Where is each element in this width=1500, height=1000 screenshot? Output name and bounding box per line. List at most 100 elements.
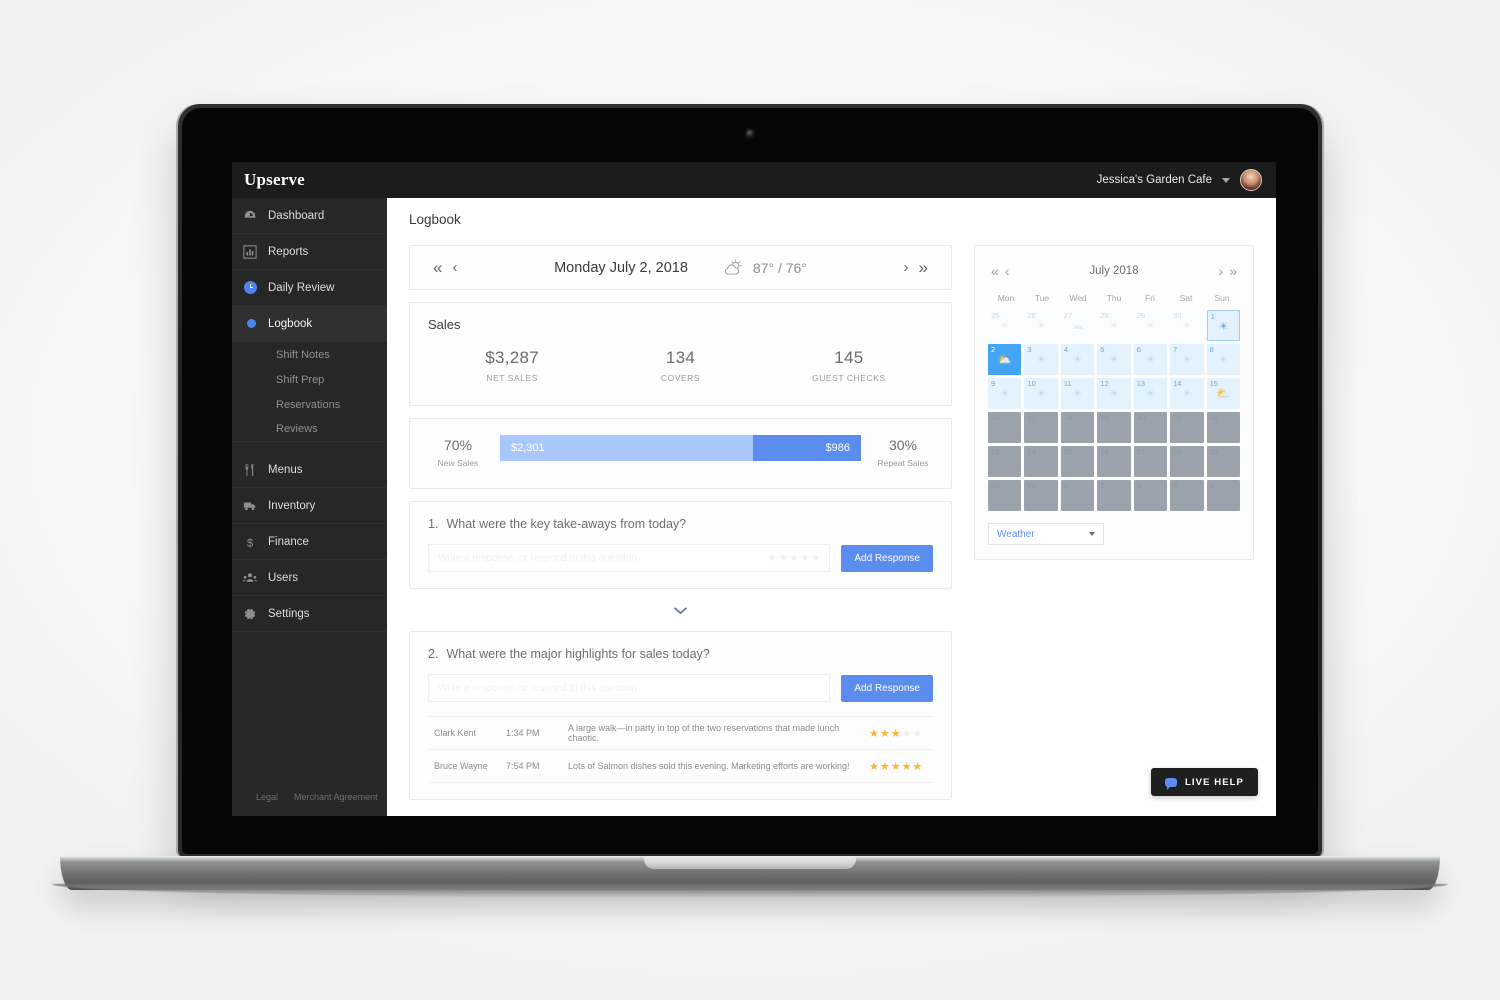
calendar-day-cell[interactable]: 12 ☀	[1097, 378, 1131, 409]
calendar-day-cell[interactable]: 11 ☀	[1060, 378, 1095, 409]
prev-day-button[interactable]: ‹	[447, 258, 462, 277]
sun-weather-icon: ☀	[999, 388, 1010, 400]
list-item[interactable]: Bruce Wayne 7:54 PM Lots of Salmon dishe…	[428, 750, 933, 783]
calendar-day-number: 17	[1027, 413, 1036, 422]
stat-covers: 134 COVERS	[596, 348, 764, 383]
sun-weather-icon: ☀	[1072, 388, 1083, 400]
sidebar-item-reports[interactable]: Reports	[232, 234, 387, 270]
bar-chart-icon	[243, 244, 257, 259]
jump-last-day-button[interactable]: »	[914, 257, 933, 278]
calendar-day-cell[interactable]: 28 ☀	[1097, 310, 1131, 341]
sidebar-subitem-shift-notes[interactable]: Shift Notes	[232, 342, 387, 367]
question-title: 2. What were the major highlights for sa…	[428, 647, 933, 661]
calendar-day-number: 22	[1209, 413, 1218, 422]
sidebar-item-users[interactable]: Users	[232, 560, 387, 596]
star-icon[interactable]: ★	[779, 553, 788, 564]
star-icon[interactable]: ★	[811, 553, 820, 564]
new-sales-percent: 70%	[443, 437, 473, 453]
star-icon[interactable]: ★	[789, 553, 798, 564]
star-icon[interactable]: ★	[800, 553, 809, 564]
account-menu[interactable]: Jessica's Garden Cafe	[1097, 169, 1262, 191]
response-input-1[interactable]: Write a response, or respond to this que…	[428, 544, 831, 572]
avatar[interactable]	[1240, 169, 1262, 191]
live-help-button[interactable]: LIVE HELP	[1151, 768, 1258, 796]
sun-weather-icon: ☀	[999, 320, 1010, 332]
calendar-day-cell[interactable]: 29 ☀	[1133, 310, 1168, 341]
sidebar-subitem-reviews[interactable]: Reviews	[232, 417, 387, 442]
partly-cloudy-icon	[724, 259, 742, 275]
calendar-weekday-row: Mon Tue Wed Thu Fri Sat Sun	[988, 293, 1240, 303]
comment-text: A large walk—in party in top of the two …	[568, 723, 840, 743]
comment-author: Bruce Wayne	[434, 761, 488, 771]
comment-list: Clark Kent 1:34 PM A large walk—in party…	[428, 716, 933, 783]
calendar-day-cell[interactable]: 6 ☀	[1133, 344, 1168, 375]
calendar-day-cell[interactable]: 7 ☀	[1170, 344, 1204, 375]
calendar-prev-month-button[interactable]: ‹	[1002, 264, 1013, 278]
sidebar-item-finance[interactable]: $ Finance	[232, 524, 387, 560]
new-sales-value: $2,301	[511, 442, 545, 454]
calendar-day-cell[interactable]: 25 ☀	[988, 310, 1022, 341]
brand-logo[interactable]: Upserve	[244, 170, 305, 190]
sidebar-item-logbook[interactable]: Logbook	[232, 306, 387, 342]
calendar-day-cell: 3	[1133, 480, 1168, 511]
calendar-day-cell[interactable]: 14 ☀	[1170, 378, 1204, 409]
calendar-day-cell: 29	[1206, 446, 1240, 477]
next-day-button[interactable]: ›	[899, 258, 914, 277]
rating-stars-input[interactable]: ★ ★ ★ ★ ★	[768, 553, 821, 564]
star-icon: ★	[869, 727, 879, 740]
calendar-day-cell[interactable]: 27 ☁	[1060, 310, 1095, 341]
calendar-day-cell: 18	[1060, 412, 1095, 443]
calendar-day-cell[interactable]: 13 ☀	[1133, 378, 1168, 409]
calendar-day-cell[interactable]: 10 ☀	[1024, 378, 1058, 409]
calendar-day-cell[interactable]: 8 ☀	[1206, 344, 1240, 375]
calendar-jump-back-button[interactable]: «	[988, 264, 1002, 278]
sidebar-item-settings[interactable]: Settings	[232, 596, 387, 632]
scene-background: Upserve Jessica's Garden Cafe Dashboard …	[0, 0, 1500, 1000]
repeat-sales-percent: 30%	[888, 437, 918, 453]
calendar-day-cell[interactable]: 3 ☀	[1024, 344, 1058, 375]
list-item[interactable]: Clark Kent 1:34 PM A large walk—in party…	[428, 717, 933, 750]
stat-value: $3,287	[485, 348, 540, 367]
calendar-day-cell: 27	[1133, 446, 1168, 477]
sun-weather-icon: ☀	[1109, 388, 1119, 400]
calendar-day-cell[interactable]: 2 ⛅	[988, 344, 1022, 375]
calendar-day-cell[interactable]: 9 ☀	[988, 378, 1022, 409]
weather-filter-select[interactable]: Weather	[988, 523, 1104, 545]
calendar-day-number: 31	[1027, 481, 1036, 490]
add-response-button[interactable]: Add Response	[841, 674, 933, 702]
calendar-day-number: 4	[1173, 481, 1178, 490]
calendar-day-cell[interactable]: 1 ☀	[1206, 310, 1240, 341]
calendar-jump-forward-button[interactable]: »	[1226, 264, 1240, 278]
sidebar-item-label: Settings	[268, 607, 310, 620]
calendar-day-cell[interactable]: 4 ☀	[1060, 344, 1095, 375]
star-icon[interactable]: ★	[768, 553, 777, 564]
question-number: 2.	[428, 647, 439, 661]
sun-weather-icon: ☀	[1109, 354, 1119, 366]
calendar-next-month-button[interactable]: ›	[1216, 264, 1227, 278]
calendar-day-number: 3	[1027, 345, 1032, 354]
calendar-day-cell[interactable]: 26 ☀	[1024, 310, 1058, 341]
sidebar-item-menus[interactable]: Menus	[232, 452, 387, 488]
calendar-day-cell[interactable]: 15 ⛅	[1206, 378, 1240, 409]
legal-link[interactable]: Legal	[256, 792, 278, 802]
sidebar-item-inventory[interactable]: Inventory	[232, 488, 387, 524]
calendar-day-cell[interactable]: 30 ☀	[1170, 310, 1204, 341]
chevron-down-icon[interactable]	[1222, 177, 1230, 183]
sun-weather-icon: ☀	[1145, 388, 1156, 400]
sidebar-item-daily-review[interactable]: Daily Review	[232, 270, 387, 306]
add-response-button[interactable]: Add Response	[841, 544, 933, 572]
response-input-2[interactable]: Write a response, or respond to this que…	[428, 674, 831, 702]
calendar-day-cell[interactable]: 5 ☀	[1097, 344, 1131, 375]
sidebar-item-dashboard[interactable]: Dashboard	[232, 198, 387, 234]
sidebar-subitem-shift-prep[interactable]: Shift Prep	[232, 367, 387, 392]
chevron-down-icon	[1089, 532, 1095, 536]
jump-first-day-button[interactable]: «	[428, 257, 447, 278]
merchant-agreement-link[interactable]: Merchant Agreement	[294, 792, 378, 802]
calendar-day-number: 29	[1209, 447, 1218, 456]
sidebar: Dashboard Reports Daily Review Logbook S…	[232, 198, 387, 816]
sidebar-subitem-reservations[interactable]: Reservations	[232, 392, 387, 417]
calendar-day-cell: 4	[1170, 480, 1204, 511]
weekday-label: Fri	[1145, 293, 1155, 303]
sidebar-item-label: Daily Review	[268, 281, 335, 294]
expand-section-toggle[interactable]	[409, 601, 952, 619]
